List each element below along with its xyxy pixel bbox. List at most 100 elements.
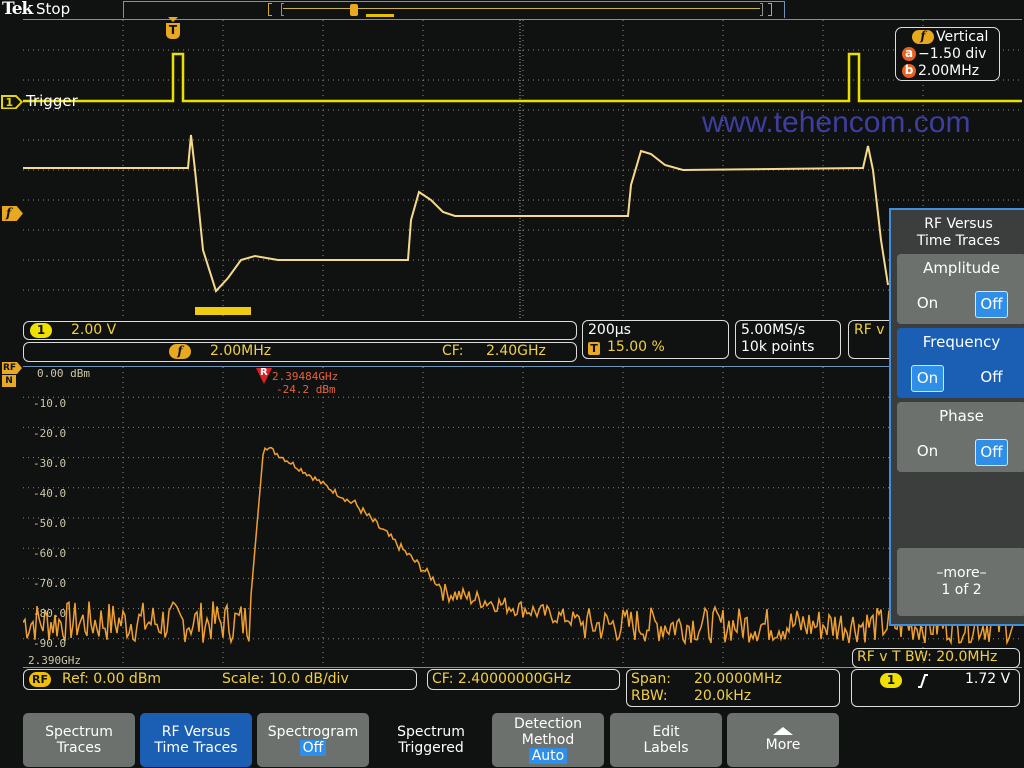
phase-off[interactable]: Off: [975, 439, 1008, 466]
math-icon: f: [912, 30, 934, 44]
rf-channel-marker[interactable]: RF N: [2, 362, 22, 387]
record-view-trigger-icon: [350, 4, 358, 16]
trigger-level: 1.72 V: [965, 671, 1011, 687]
ch1-scale: 2.00 V: [71, 322, 117, 338]
frequency-on[interactable]: On: [911, 365, 944, 392]
tek-logo: Tek: [2, 0, 33, 19]
edit-labels-button[interactable]: Edit Labels: [610, 713, 722, 767]
frequency-label: Frequency: [922, 333, 1001, 351]
amplitude-button[interactable]: Amplitude On Off: [897, 254, 1024, 324]
time-domain-plot: [23, 20, 1022, 320]
y-label: -20.0: [33, 427, 67, 440]
spectrum-trace: [23, 446, 1022, 646]
watermark: www.tehencom.com: [702, 106, 971, 139]
spectrum-triggered-button[interactable]: Spectrum Triggered: [375, 713, 487, 767]
top-bar: Tek Stop: [0, 0, 1024, 19]
vertical-scale-value: 2.00MHz: [918, 63, 980, 79]
more-page: 1 of 2: [941, 582, 982, 598]
span-value: 20.0000MHz: [694, 671, 782, 687]
amplitude-label: Amplitude: [923, 259, 1000, 277]
trigger-position-value: 15.00 %: [607, 339, 665, 355]
trigger-position-marker[interactable]: T: [165, 17, 181, 41]
more-menu-button[interactable]: More: [727, 713, 839, 767]
record-view-gray-right: [760, 3, 763, 16]
acquisition-readout[interactable]: 5.00MS/s 10k points: [735, 320, 841, 359]
rf-versus-time-label-1: RF Versus: [161, 724, 231, 740]
more-menu-label: More: [765, 737, 801, 753]
y-label: -60.0: [33, 547, 67, 560]
reference-marker-freq: 2.39484GHz: [272, 370, 339, 383]
more-label: –more–: [936, 565, 987, 581]
rf-icon: RF: [29, 672, 51, 687]
rf-versus-time-traces-button[interactable]: RF Versus Time Traces: [140, 713, 252, 767]
b-knob-icon: b: [902, 64, 916, 78]
trigger-t-icon: T: [166, 23, 180, 39]
detection-method-button[interactable]: Detection Method Auto: [492, 713, 604, 767]
ch1-trace: [23, 52, 1022, 103]
record-length: 10k points: [741, 339, 815, 355]
rf-vt-label: RF v: [854, 322, 885, 338]
ch1-readout[interactable]: 1 2.00 V: [23, 321, 577, 340]
reference-marker-level: -24.2 dBm: [276, 383, 336, 396]
reference-marker-letter: R: [260, 367, 268, 378]
y-label: -40.0: [33, 487, 67, 500]
math-cf-value: 2.40GHz: [486, 343, 546, 359]
rf-scale: Scale: 10.0 dB/div: [222, 671, 349, 687]
ch1-label: Trigger: [26, 92, 78, 110]
rf-vt-bw-readout[interactable]: RF v T BW: 20.0MHz: [852, 648, 1020, 668]
side-menu-title: RF Versus Time Traces: [891, 216, 1024, 250]
y-label: -10.0: [33, 397, 67, 410]
side-menu: RF Versus Time Traces Amplitude On Off F…: [889, 208, 1024, 626]
rf-versus-time-label-2: Time Traces: [154, 740, 238, 756]
math-cf-label: CF:: [442, 343, 464, 359]
detection-label-1: Detection: [513, 716, 582, 732]
trigger-source-icon: 1: [880, 673, 902, 688]
rf-ref-level: Ref: 0.00 dBm: [62, 671, 162, 687]
spectrum-traces-label-1: Spectrum: [45, 724, 113, 740]
rf-readout[interactable]: RF Ref: 0.00 dBm Scale: 10.0 dB/div: [23, 669, 417, 690]
record-view-window: [366, 14, 394, 17]
spectrum-graticule: [23, 366, 1022, 669]
vertical-position-value: −1.50 div: [918, 46, 987, 62]
frequency-off[interactable]: Off: [975, 365, 1008, 392]
y-label: -30.0: [33, 457, 67, 470]
math-icon: f: [169, 344, 191, 359]
rising-edge-icon: [918, 674, 928, 688]
frequency-button[interactable]: Frequency On Off: [897, 328, 1024, 398]
y-label: -50.0: [33, 517, 67, 530]
amplitude-on[interactable]: On: [911, 291, 944, 318]
math-readout[interactable]: f 2.00MHz CF: 2.40GHz: [23, 342, 577, 362]
sample-rate: 5.00MS/s: [741, 322, 806, 338]
spectrogram-button[interactable]: Spectrogram Off: [257, 713, 369, 767]
spectrum-traces-button[interactable]: Spectrum Traces: [23, 713, 135, 767]
phase-on[interactable]: On: [911, 439, 944, 466]
edit-labels-label-1: Edit: [652, 724, 680, 740]
more-button[interactable]: –more– 1 of 2: [897, 548, 1024, 616]
spectrum-plot: [23, 367, 1022, 669]
math-trace: [23, 134, 889, 293]
amplitude-off[interactable]: Off: [975, 291, 1008, 318]
horizontal-scale: 200µs: [588, 322, 631, 338]
reference-marker-readout: 2.39484GHz -24.2 dBm: [272, 370, 338, 396]
start-frequency: 2.390GHz: [28, 654, 81, 667]
span-rbw-readout[interactable]: Span: 20.0000MHz RBW: 20.0kHz: [626, 669, 840, 707]
phase-button[interactable]: Phase On Off: [897, 402, 1024, 472]
center-frequency-readout[interactable]: CF: 2.40000000GHz: [427, 669, 620, 690]
math-scale: 2.00MHz: [210, 343, 272, 359]
detection-state: Auto: [528, 748, 568, 764]
spectrogram-state: Off: [299, 740, 327, 756]
detection-label-2: Method: [521, 732, 575, 748]
trigger-arrow-icon: [168, 17, 178, 22]
phase-label: Phase: [939, 407, 984, 425]
trigger-position-icon: T: [588, 342, 600, 355]
spectrum-triggered-label-1: Spectrum: [397, 724, 465, 740]
spectrum-triggered-label-2: Triggered: [398, 740, 464, 756]
side-menu-title-line1: RF Versus: [924, 216, 993, 232]
record-view-bracket-left: [268, 3, 272, 16]
reference-marker[interactable]: R: [256, 367, 272, 384]
math-marker[interactable]: f: [2, 206, 23, 221]
trigger-readout[interactable]: 1 1.72 V: [851, 669, 1020, 707]
rf-marker-label: RF: [2, 362, 22, 374]
horizontal-readout[interactable]: 200µs T 15.00 %: [582, 320, 729, 359]
vertical-readout-box[interactable]: f Vertical a −1.50 div b 2.00MHz: [895, 27, 1000, 81]
